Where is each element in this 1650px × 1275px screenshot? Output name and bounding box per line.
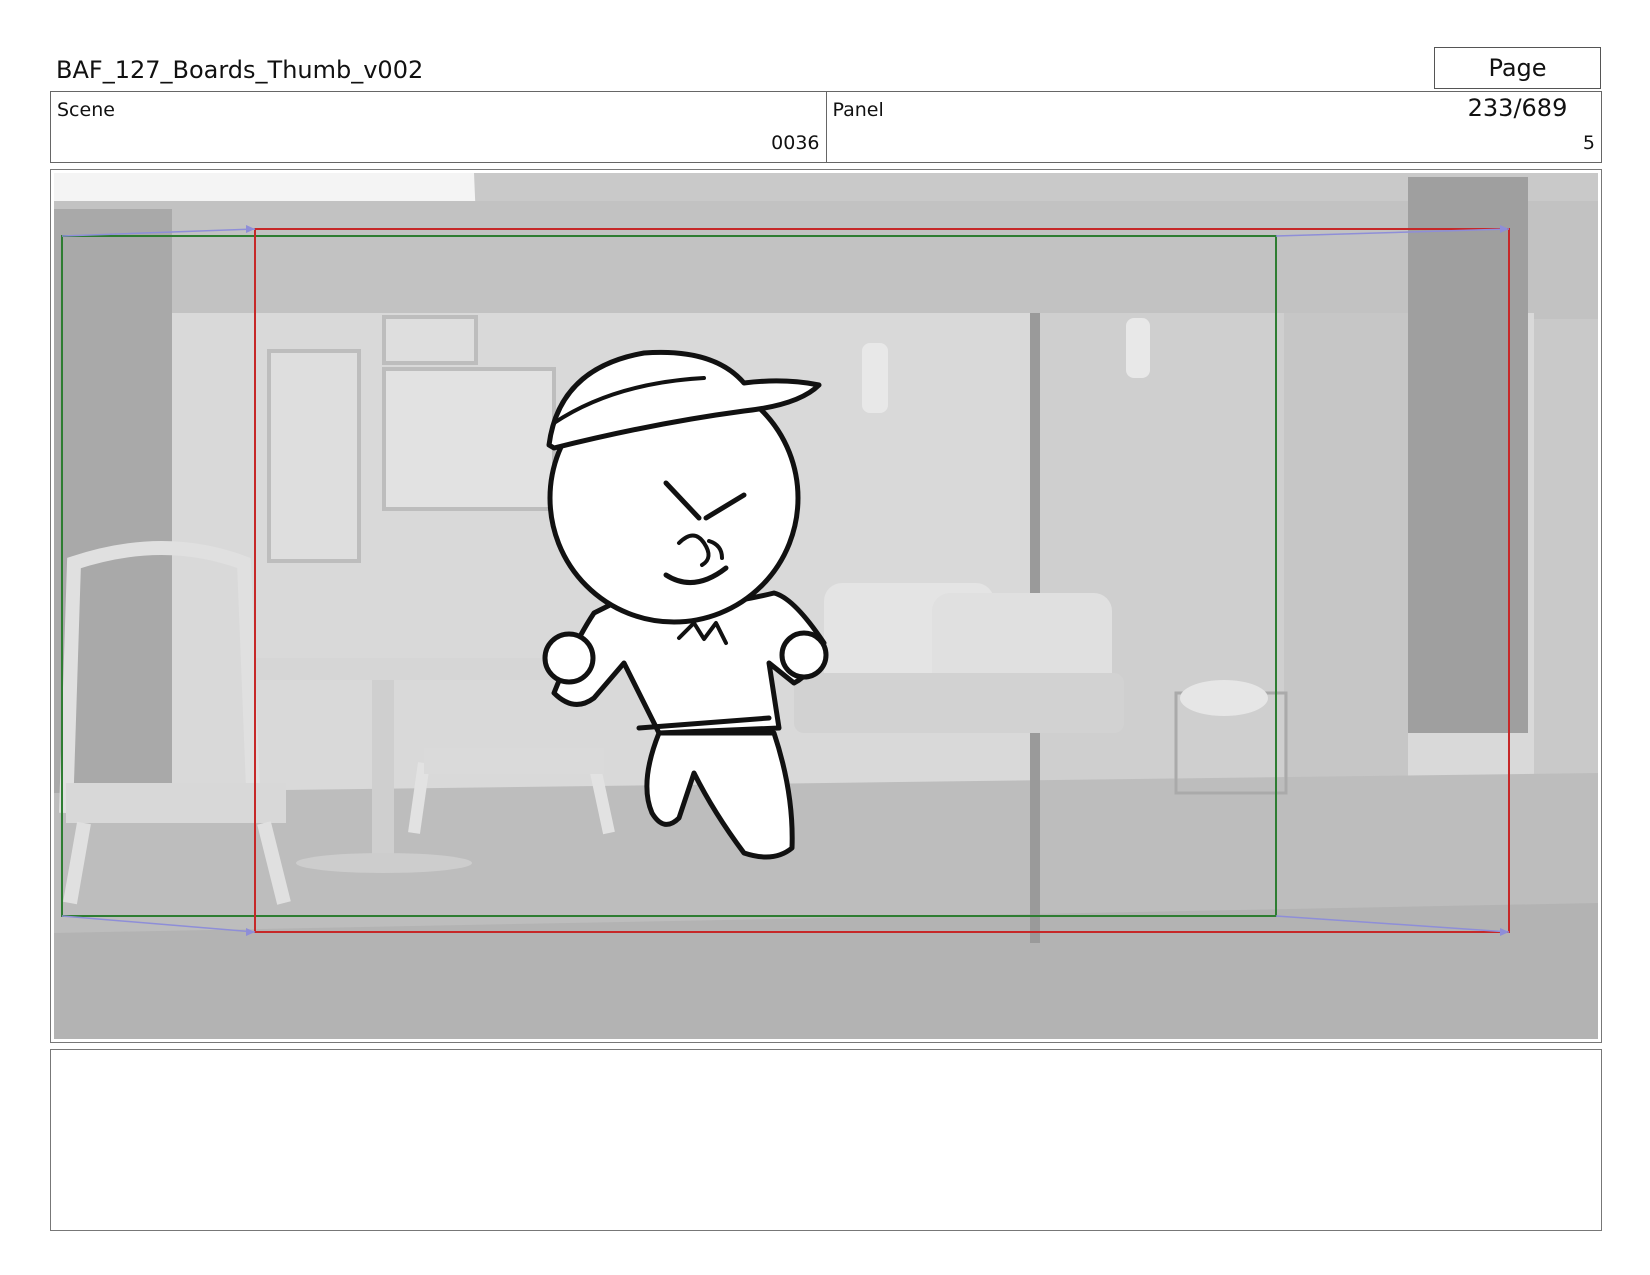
- panel-cell: Panel 5: [825, 92, 1602, 162]
- panel-value: 5: [1582, 132, 1595, 154]
- page-number: Page 233/689: [1434, 47, 1601, 122]
- scene-label: Scene: [57, 99, 115, 121]
- info-row: Scene 0036 Panel 5: [50, 91, 1602, 163]
- background-render: [54, 173, 1598, 1039]
- storyboard-frame: [50, 169, 1602, 1043]
- storyboard-drawing: [54, 173, 1598, 1039]
- document-title: BAF_127_Boards_Thumb_v002: [56, 56, 424, 84]
- scene-value: 0036: [771, 132, 820, 154]
- panel-label: Panel: [832, 99, 884, 121]
- scene-cell: Scene 0036: [51, 92, 826, 162]
- notes-box: [50, 1049, 1602, 1231]
